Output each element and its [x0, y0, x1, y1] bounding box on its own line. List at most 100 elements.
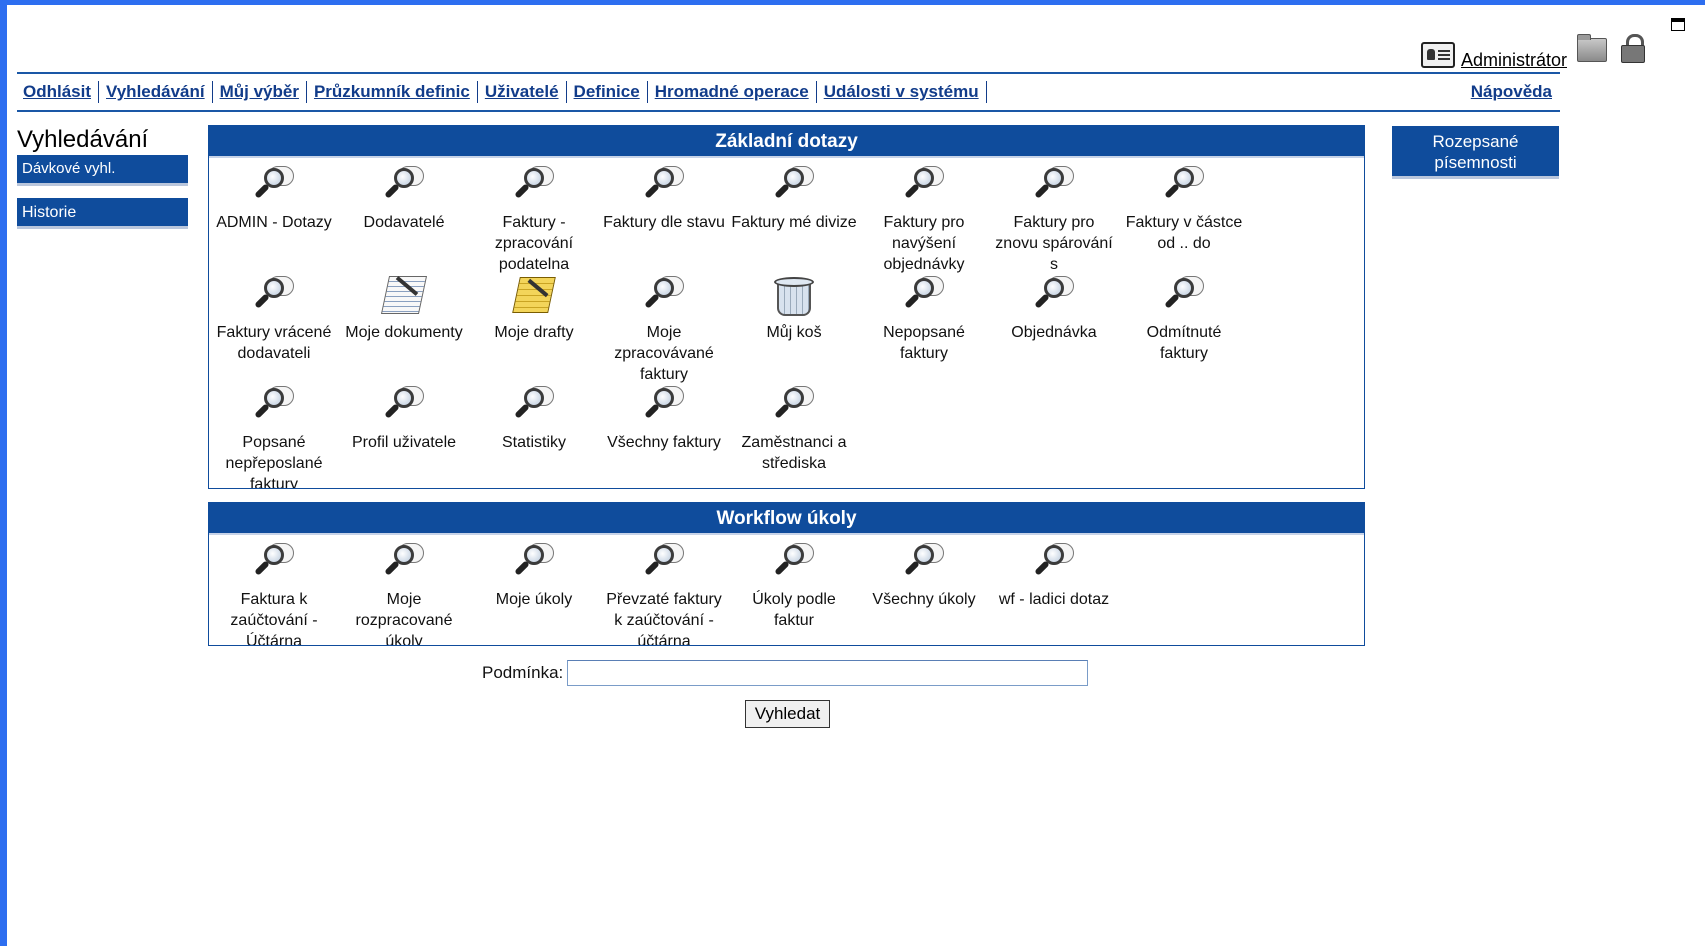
query-item[interactable]: Můj koš	[729, 274, 859, 384]
query-item-label[interactable]: Statistiky	[469, 432, 599, 453]
query-icon[interactable]	[1162, 164, 1206, 206]
search-button[interactable]: Vyhledat	[745, 700, 830, 728]
query-icon[interactable]	[642, 384, 686, 426]
query-item-label[interactable]: Objednávka	[989, 322, 1119, 343]
drafts-icon[interactable]	[512, 274, 556, 316]
query-item[interactable]: Zaměstnanci a střediska	[729, 384, 859, 488]
query-item-label[interactable]: Všechny úkoly	[859, 589, 989, 610]
query-item[interactable]: Faktury dle stavu	[599, 164, 729, 274]
query-icon[interactable]	[642, 541, 686, 583]
query-item[interactable]: Faktura k zaúčtování - Účtárna	[209, 541, 339, 645]
query-item[interactable]: Odmítnuté faktury	[1119, 274, 1249, 384]
query-item-label[interactable]: Faktury vrácené dodavateli	[209, 322, 339, 364]
query-item[interactable]: wf - ladici dotaz	[989, 541, 1119, 645]
query-item-label[interactable]: Moje rozpracované úkoly	[339, 589, 469, 645]
menu-item-logout[interactable]: Odhlásit	[17, 81, 100, 103]
query-item[interactable]: Moje drafty	[469, 274, 599, 384]
query-item[interactable]: Profil uživatele	[339, 384, 469, 488]
query-item[interactable]: Převzaté faktury k zaúčtování - účtárna	[599, 541, 729, 645]
query-item[interactable]: Faktury pro znovu spárování s	[989, 164, 1119, 274]
query-item-label[interactable]: Faktury v částce od .. do	[1119, 212, 1249, 254]
query-item-label[interactable]: Převzaté faktury k zaúčtování - účtárna	[599, 589, 729, 645]
query-item[interactable]: Popsané nepřeposlané faktury	[209, 384, 339, 488]
menu-item-users[interactable]: Uživatelé	[478, 81, 567, 103]
query-item-label[interactable]: ADMIN - Dotazy	[209, 212, 339, 233]
condition-input[interactable]	[567, 660, 1088, 686]
query-item[interactable]: Faktury v částce od .. do	[1119, 164, 1249, 274]
query-icon[interactable]	[512, 164, 556, 206]
query-icon[interactable]	[1032, 274, 1076, 316]
query-item[interactable]: Moje rozpracované úkoly	[339, 541, 469, 645]
query-icon[interactable]	[1032, 541, 1076, 583]
query-item-label[interactable]: Moje dokumenty	[339, 322, 469, 343]
documents-icon[interactable]	[380, 274, 428, 316]
query-item-label[interactable]: Faktury dle stavu	[599, 212, 729, 233]
query-icon[interactable]	[382, 541, 426, 583]
user-card-icon[interactable]	[1420, 42, 1455, 68]
query-icon[interactable]	[252, 541, 296, 583]
query-item-label[interactable]: Faktury pro navýšení objednávky	[859, 212, 989, 274]
query-icon[interactable]	[902, 274, 946, 316]
folder-icon[interactable]	[1577, 34, 1607, 62]
query-item[interactable]: Moje zpracovávané faktury	[599, 274, 729, 384]
query-item-label[interactable]: Zaměstnanci a střediska	[729, 432, 859, 474]
query-item[interactable]: Všechny faktury	[599, 384, 729, 488]
query-icon[interactable]	[772, 164, 816, 206]
query-icon[interactable]	[772, 384, 816, 426]
query-icon[interactable]	[642, 274, 686, 316]
query-item-label[interactable]: Úkoly podle faktur	[729, 589, 859, 631]
query-item-label[interactable]: Faktura k zaúčtování - Účtárna	[209, 589, 339, 645]
query-item[interactable]: Všechny úkoly	[859, 541, 989, 645]
query-item[interactable]: ADMIN - Dotazy	[209, 164, 339, 274]
menu-item-help[interactable]: Nápověda	[1464, 81, 1560, 103]
query-icon[interactable]	[382, 164, 426, 206]
query-item-label[interactable]: Popsané nepřeposlané faktury	[209, 432, 339, 488]
query-item-label[interactable]: Faktury mé divize	[729, 212, 859, 233]
query-icon[interactable]	[252, 274, 296, 316]
menu-item-definitions[interactable]: Definice	[567, 81, 648, 103]
lock-icon[interactable]	[1621, 34, 1647, 63]
query-item-label[interactable]: Můj koš	[729, 322, 859, 343]
query-item-label[interactable]: Moje drafty	[469, 322, 599, 343]
trash-icon[interactable]	[772, 274, 816, 318]
sidebar-button-history[interactable]: Historie	[17, 198, 188, 229]
menu-item-bulk-operations[interactable]: Hromadné operace	[648, 81, 817, 103]
query-item-label[interactable]: Moje zpracovávané faktury	[599, 322, 729, 384]
user-name-link[interactable]: Administrátor	[1461, 50, 1567, 70]
query-icon[interactable]	[512, 384, 556, 426]
unfinished-documents-button[interactable]: Rozepsané písemnosti	[1392, 126, 1559, 179]
sidebar-button-batch-search[interactable]: Dávkové vyhl.	[17, 155, 188, 186]
query-item-label[interactable]: wf - ladici dotaz	[989, 589, 1119, 610]
query-item[interactable]: Objednávka	[989, 274, 1119, 384]
query-item[interactable]: Dodavatelé	[339, 164, 469, 274]
query-icon[interactable]	[252, 384, 296, 426]
query-item[interactable]: Moje úkoly	[469, 541, 599, 645]
query-item[interactable]: Úkoly podle faktur	[729, 541, 859, 645]
query-icon[interactable]	[902, 541, 946, 583]
query-item[interactable]: Faktury - zpracování podatelna	[469, 164, 599, 274]
menu-item-my-selection[interactable]: Můj výběr	[213, 81, 307, 103]
query-item-label[interactable]: Faktury pro znovu spárování s	[989, 212, 1119, 274]
query-icon[interactable]	[772, 541, 816, 583]
query-item-label[interactable]: Moje úkoly	[469, 589, 599, 610]
query-item[interactable]: Moje dokumenty	[339, 274, 469, 384]
query-icon[interactable]	[252, 164, 296, 206]
query-item-label[interactable]: Profil uživatele	[339, 432, 469, 453]
maximize-icon[interactable]	[1671, 18, 1685, 31]
menu-item-definition-explorer[interactable]: Průzkumník definic	[307, 81, 478, 103]
query-item[interactable]: Faktury pro navýšení objednávky	[859, 164, 989, 274]
menu-item-search[interactable]: Vyhledávání	[99, 81, 213, 103]
query-icon[interactable]	[902, 164, 946, 206]
query-icon[interactable]	[382, 384, 426, 426]
query-item-label[interactable]: Faktury - zpracování podatelna	[469, 212, 599, 274]
query-icon[interactable]	[512, 541, 556, 583]
query-item-label[interactable]: Všechny faktury	[599, 432, 729, 453]
query-icon[interactable]	[642, 164, 686, 206]
query-item-label[interactable]: Nepopsané faktury	[859, 322, 989, 364]
query-item[interactable]: Faktury mé divize	[729, 164, 859, 274]
query-item-label[interactable]: Odmítnuté faktury	[1119, 322, 1249, 364]
query-item[interactable]: Statistiky	[469, 384, 599, 488]
query-item[interactable]: Nepopsané faktury	[859, 274, 989, 384]
query-item[interactable]: Faktury vrácené dodavateli	[209, 274, 339, 384]
menu-item-system-events[interactable]: Události v systému	[817, 81, 987, 103]
